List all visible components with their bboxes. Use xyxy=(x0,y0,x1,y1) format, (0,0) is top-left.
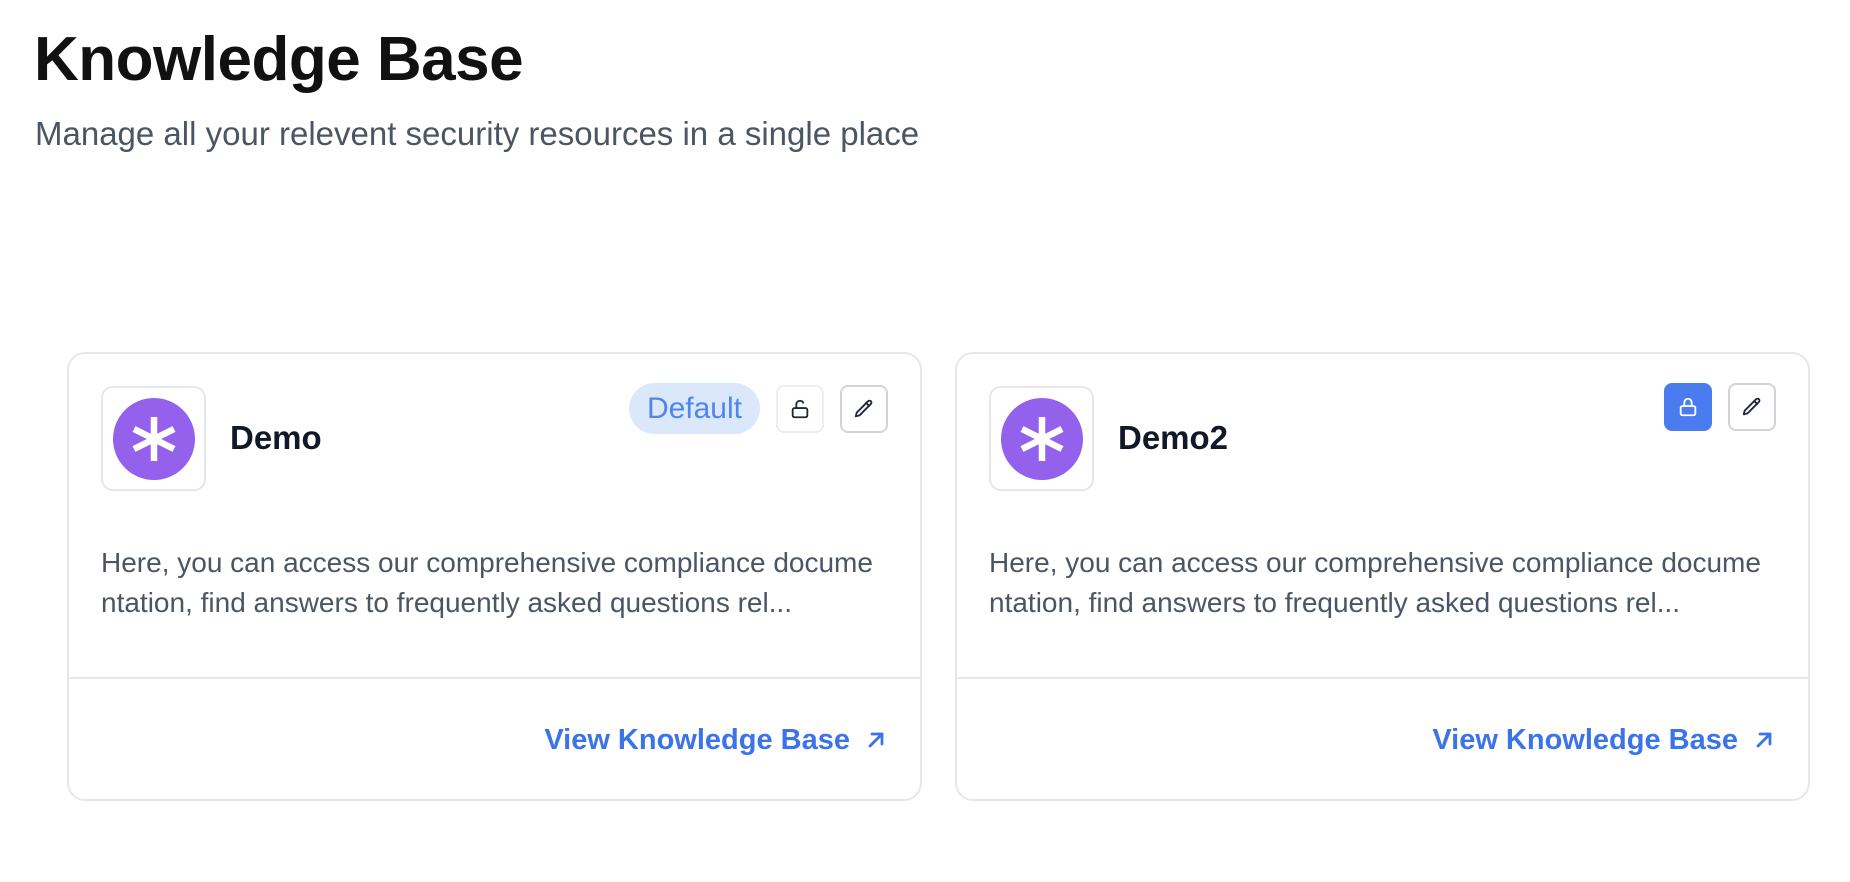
page-subtitle: Manage all your relevent security resour… xyxy=(35,115,920,152)
view-knowledge-base-link[interactable]: View Knowledge Base xyxy=(1432,722,1776,758)
arrow-up-right-icon xyxy=(868,732,884,748)
card-header: Demo Default Here, you can access our co… xyxy=(69,354,920,679)
card-footer: View Knowledge Base xyxy=(69,679,920,799)
arrow-up-right-icon xyxy=(1756,732,1772,748)
view-knowledge-base-link[interactable]: View Knowledge Base xyxy=(544,722,888,758)
knowledge-base-card-demo2: Demo2 Here, you can access our comprehen… xyxy=(955,352,1810,801)
card-description: Here, you can access our comprehensive c… xyxy=(101,547,873,618)
card-footer: View Knowledge Base xyxy=(957,679,1808,799)
edit-button[interactable] xyxy=(840,384,888,433)
lock-toggle-button[interactable] xyxy=(1664,383,1712,431)
asterisk-logo-icon xyxy=(112,397,195,480)
card-title: Demo xyxy=(230,419,322,456)
default-badge: Default xyxy=(628,383,760,434)
knowledge-base-card-list: Demo Default Here, you can access our co… xyxy=(67,352,1810,801)
pencil-icon xyxy=(1742,397,1761,416)
page-title: Knowledge Base xyxy=(34,25,524,94)
view-link-label: View Knowledge Base xyxy=(544,724,850,756)
view-link-label: View Knowledge Base xyxy=(1432,724,1738,756)
card-actions xyxy=(1664,383,1776,431)
lock-icon xyxy=(1679,397,1697,417)
asterisk-logo-icon xyxy=(1000,397,1083,480)
card-logo xyxy=(101,386,206,491)
card-actions: Default xyxy=(628,383,888,434)
card-header: Demo2 Here, you can access our comprehen… xyxy=(957,354,1808,679)
unlock-icon xyxy=(791,399,809,418)
pencil-icon xyxy=(854,399,873,417)
knowledge-base-page: Knowledge Base Manage all your relevent … xyxy=(0,0,1850,882)
card-description: Here, you can access our comprehensive c… xyxy=(989,547,1761,618)
card-logo xyxy=(989,386,1094,491)
card-title: Demo2 xyxy=(1118,419,1229,456)
knowledge-base-card-demo: Demo Default Here, you can access our co… xyxy=(67,352,922,801)
lock-toggle-button[interactable] xyxy=(776,384,824,433)
edit-button[interactable] xyxy=(1728,383,1776,431)
